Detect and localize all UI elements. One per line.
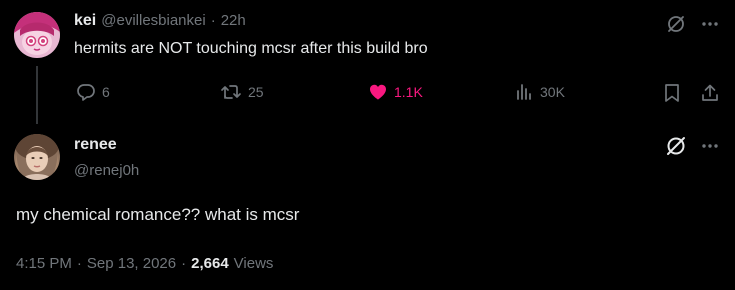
handle[interactable]: @evillesbiankei	[101, 12, 205, 29]
avatar[interactable]	[14, 134, 60, 180]
parent-tweet-header: kei @evillesbiankei · 22h	[74, 12, 246, 30]
views-label[interactable]: Views	[234, 255, 274, 272]
handle[interactable]: @renej0h	[74, 162, 139, 179]
parent-tweet-text: hermits are NOT touching mcsr after this…	[74, 40, 428, 57]
heart-icon	[370, 84, 386, 100]
avatar[interactable]	[14, 12, 60, 58]
header-separator: ·	[210, 12, 216, 29]
views-count: 30K	[540, 84, 565, 100]
tweet-age[interactable]: 22h	[221, 12, 246, 29]
grok-icon[interactable]	[664, 12, 688, 36]
views-chart-icon	[517, 84, 531, 100]
reply-count: 6	[102, 84, 110, 100]
avatar-image-kei	[14, 12, 60, 58]
avatar-image-renee	[14, 134, 60, 180]
more-dots-icon[interactable]	[698, 12, 722, 36]
reply-button[interactable]: 6	[76, 82, 110, 102]
bookmark-icon[interactable]	[660, 81, 684, 105]
repost-count: 25	[248, 84, 264, 100]
tweet-time[interactable]: 4:15 PM	[16, 255, 72, 272]
grok-icon[interactable]	[664, 134, 688, 158]
tweet-meta: 4:15 PM · Sep 13, 2026 · 2,664 Views	[16, 255, 273, 272]
views-button[interactable]: 30K	[514, 82, 565, 102]
meta-separator: ·	[76, 255, 82, 272]
thread-line	[36, 66, 38, 124]
like-count: 1.1K	[394, 84, 423, 100]
main-tweet-text: my chemical romance?? what is mcsr	[16, 205, 300, 224]
display-name[interactable]: kei	[74, 12, 96, 30]
like-button[interactable]: 1.1K	[368, 82, 423, 102]
repost-icon	[221, 85, 241, 99]
reply-icon	[77, 84, 95, 101]
display-name[interactable]: renee	[74, 136, 117, 154]
view-count[interactable]: 2,664	[191, 255, 229, 272]
meta-separator: ·	[181, 255, 187, 272]
repost-button[interactable]: 25	[220, 82, 264, 102]
more-dots-icon[interactable]	[698, 134, 722, 158]
tweet-date[interactable]: Sep 13, 2026	[87, 255, 176, 272]
share-icon[interactable]	[698, 81, 722, 105]
